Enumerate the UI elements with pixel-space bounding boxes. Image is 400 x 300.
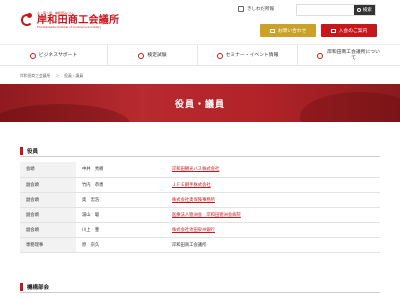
nav-item-about[interactable]: 岸和田商工会議所について (298, 45, 400, 66)
heading-marker (20, 147, 23, 155)
officer-name: 原 宗久 (76, 237, 166, 253)
join-button-label: 入会のご案内 (338, 29, 368, 34)
officer-role: 専務理事 (20, 237, 76, 253)
breadcrumb-separator: ＞ (55, 73, 60, 78)
breadcrumb-home[interactable]: 岸和田商工会議所 (20, 73, 50, 79)
heading-marker (20, 283, 23, 291)
global-nav: ビジネスサポート 検定試験 セミナー・イベント情報 岸和田商工会議所について (0, 44, 400, 66)
breadcrumb: 岸和田商工会議所 ＞ 役員・議員 (20, 73, 83, 79)
nav-item-exams[interactable]: 検定試験 (108, 45, 198, 66)
search-button-label: 検索 (362, 8, 372, 13)
pen-icon (138, 52, 145, 59)
section-title: 役員 (27, 149, 39, 155)
organization-link[interactable]: ＪＦＥ鋼手株式会社 (172, 183, 211, 188)
contact-button[interactable]: お問い合わせ (260, 24, 316, 37)
mail-icon (269, 28, 275, 33)
officer-role: 副会頭 (20, 177, 76, 193)
officer-name: 湯山 聡 (76, 207, 166, 223)
site-search: 検索 (296, 4, 376, 16)
officer-name: 竹内 恭恵 (76, 177, 166, 193)
officer-organization-cell: 岸和田観光バス株式会社 (166, 162, 380, 178)
officer-organization-cell: 医療法人徳洲会 岸和田徳洲会病院 (166, 207, 380, 223)
building-icon (29, 52, 36, 59)
table-row: 副会頭 川上 豊 株式会社池田泉州銀行 (20, 222, 380, 238)
officer-name: 中井 秀樹 (76, 162, 166, 178)
table-row: 会頭 中井 秀樹 岸和田観光バス株式会社 (20, 162, 380, 178)
site-header: 人・夢・街、岸和田みらい。 岸和田商工会議所 The Kishiwada Cha… (0, 0, 400, 44)
officer-organization-cell: 株式会社池田泉州銀行 (166, 222, 380, 238)
officer-organization-cell: 株式会社奥保険事務所 (166, 192, 380, 208)
organization-link[interactable]: 株式会社池田泉州銀行 (172, 228, 215, 233)
table-row: 副会頭奥 忠浩 株式会社奥保険事務所 (20, 192, 380, 208)
join-button[interactable]: 入会のご案内 (321, 24, 377, 37)
logo-name: 岸和田商工会議所 (37, 15, 120, 26)
organization-link[interactable]: 株式会社奥保険事務所 (172, 198, 215, 203)
officer-role: 副会頭 (20, 192, 76, 208)
officer-role: 会頭 (20, 162, 76, 178)
search-input[interactable] (297, 5, 354, 15)
organization-link[interactable]: 岸和田観光バス株式会社 (172, 167, 219, 172)
search-button[interactable]: 検索 (353, 5, 375, 15)
officer-role: 副会頭 (20, 207, 76, 223)
nav-item-label: セミナー・イベント情報 (225, 52, 279, 58)
nav-item-label: 岸和田商工会議所について (327, 49, 380, 61)
table-row: 副会頭 竹内 恭恵 ＪＦＥ鋼手株式会社 (20, 177, 380, 193)
officer-organization-cell: 岸和田商工会議所 (166, 237, 380, 253)
document-icon (238, 6, 244, 12)
nav-item-business-support[interactable]: ビジネスサポート (0, 45, 108, 66)
officers-table: 会頭 中井 秀樹 岸和田観光バス株式会社 副会頭 竹内 恭恵 ＪＦＥ鋼手株式会社 副会頭奥 … (20, 162, 380, 253)
officer-name: 奥 忠浩 (76, 192, 166, 208)
nav-item-seminars[interactable]: セミナー・イベント情報 (198, 45, 298, 66)
section-heading-officers: 役員 (20, 146, 380, 157)
page-hero: 役員・議員 (0, 84, 400, 122)
officer-role: 副会頭 (20, 222, 76, 238)
logo-mark-icon (20, 13, 34, 27)
section-heading-committees: 機構部会 (20, 282, 380, 293)
logo-english-name: The Kishiwada Chamber of Commerce & Indu… (37, 26, 102, 29)
table-row: 専務理事原 宗久 岸和田商工会議所 (20, 237, 380, 253)
bulletin-link[interactable]: きしわだ所報 (238, 6, 274, 12)
contact-button-label: お問い合わせ (277, 29, 307, 34)
site-logo[interactable]: 人・夢・街、岸和田みらい。 岸和田商工会議所 The Kishiwada Cha… (20, 11, 119, 29)
calendar-icon (216, 52, 223, 59)
officer-organization-cell: ＪＦＥ鋼手株式会社 (166, 177, 380, 193)
officer-name: 川上 豊 (76, 222, 166, 238)
organization-link[interactable]: 医療法人徳洲会 岸和田徳洲会病院 (172, 213, 241, 218)
search-icon (356, 8, 361, 12)
info-icon (316, 52, 323, 59)
section-title: 機構部会 (27, 285, 50, 291)
table-row: 副会頭 湯山 聡 医療法人徳洲会 岸和田徳洲会病院 (20, 207, 380, 223)
person-icon (330, 28, 336, 33)
nav-item-label: 検定試験 (147, 52, 167, 58)
bulletin-link-label: きしわだ所報 (247, 7, 274, 12)
organization-text: 岸和田商工会議所 (172, 242, 207, 248)
breadcrumb-current: 役員・議員 (64, 73, 84, 78)
page-title: 役員・議員 (174, 100, 225, 110)
nav-item-label: ビジネスサポート (38, 52, 78, 58)
